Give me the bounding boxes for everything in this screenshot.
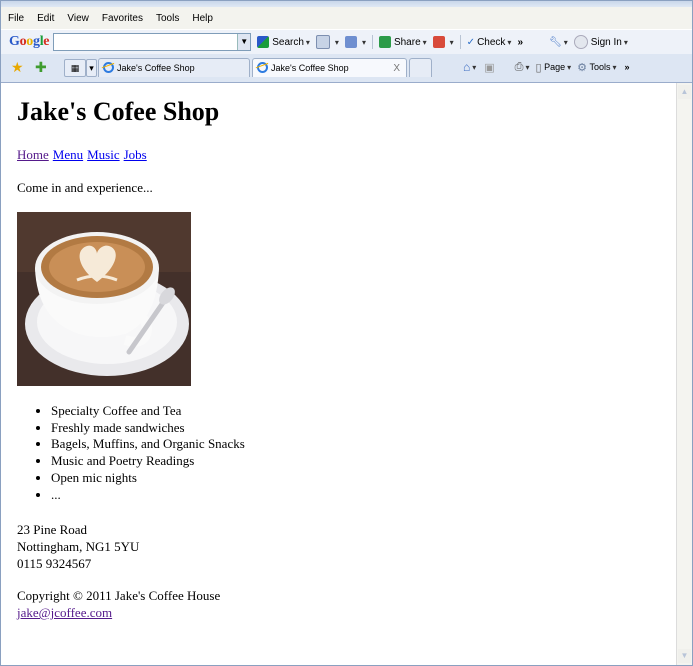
news-button[interactable]: ▾ (315, 35, 339, 49)
vertical-scrollbar[interactable]: ▲ ▼ (676, 83, 692, 665)
wrench-button[interactable]: 🔧︎ ▾ (549, 37, 568, 48)
page-title: Jake's Cofee Shop (17, 97, 220, 126)
list-item: Bagels, Muffins, and Organic Snacks (51, 436, 245, 453)
google-toolbar: Google ▼ Search ▾ ▾ ▾ Share ▾ ▾ ✓ Check ▾ »… (1, 29, 692, 55)
popup-blocker-icon (432, 36, 445, 48)
share-button[interactable]: Share ▾ (378, 36, 427, 48)
menu-file[interactable]: File (8, 13, 24, 24)
list-item: Specialty Coffee and Tea (51, 403, 245, 420)
web-page-content: Jake's Cofee Shop Home Menu Music Jobs Come… (1, 83, 676, 665)
footer: Copyright © 2011 Jake's Coffee House jak… (17, 587, 220, 621)
site-nav: Home Menu Music Jobs (17, 147, 151, 163)
ie-page-icon (257, 62, 268, 73)
spellcheck-icon: ✓ (466, 36, 476, 48)
popup-blocker-button[interactable]: ▾ (432, 36, 454, 48)
news-icon (315, 35, 330, 49)
tab-close-button[interactable]: X (393, 59, 400, 77)
menu-tools[interactable]: Tools (156, 13, 179, 24)
list-item: Open mic nights (51, 470, 245, 487)
tools-label: Tools (589, 62, 611, 72)
print-icon[interactable]: ⎙ (515, 61, 524, 74)
google-logo[interactable]: Google (9, 34, 50, 50)
more-commands-button[interactable]: » (625, 62, 630, 72)
tab-list-dropdown[interactable]: ▾ (86, 59, 97, 77)
feeds-icon[interactable]: ▣ (484, 61, 494, 74)
copyright-text: Copyright © 2011 Jake's Coffee House (17, 588, 221, 603)
home-icon[interactable]: ⌂ (463, 60, 470, 74)
list-item: ... (51, 487, 245, 504)
bookmarks-button[interactable]: ▾ (344, 36, 366, 48)
tools-menu[interactable]: ⚙︎ Tools ▾ (577, 61, 616, 74)
google-search-icon (257, 36, 270, 48)
sign-in-icon (573, 35, 588, 49)
menu-bar: File Edit View Favorites Tools Help (1, 7, 692, 29)
address-block: 23 Pine Road Nottingham, NG1 5YU 0115 93… (17, 521, 139, 572)
toolbar-divider (371, 35, 373, 49)
share-icon (378, 36, 391, 48)
tab-bar: ★ ✚ ▦ ▾ Jake's Coffee Shop Jake's Coffee… (1, 54, 692, 83)
scroll-up-arrow[interactable]: ▲ (678, 85, 691, 99)
more-toolbar-button[interactable]: » (517, 37, 523, 48)
email-link[interactable]: jake@jcoffee.com (17, 605, 112, 620)
menu-help[interactable]: Help (192, 13, 213, 24)
bookmark-icon (344, 36, 357, 48)
favorites-star-icon[interactable]: ★ (11, 59, 24, 76)
list-item: Freshly made sandwiches (51, 420, 245, 437)
page-label: Page (544, 62, 566, 72)
tab-jakes-coffee-shop-2[interactable]: Jake's Coffee Shop X (252, 58, 407, 77)
menu-edit[interactable]: Edit (37, 13, 54, 24)
search-dropdown-icon[interactable]: ▼ (237, 34, 251, 50)
new-tab-button[interactable] (409, 58, 432, 77)
scroll-down-arrow[interactable]: ▼ (678, 649, 691, 663)
google-search-input[interactable]: ▼ (53, 33, 252, 51)
command-bar: ⌂ ▾ ▣ ⎙ ▾ ▯ Page ▾ ⚙︎ Tools ▾ » (463, 60, 630, 74)
check-button-label: Check (477, 36, 506, 48)
spellcheck-button[interactable]: ✓ Check ▾ (467, 37, 512, 48)
features-list: Specialty Coffee and Tea Freshly made sa… (17, 403, 245, 503)
address-phone: 0115 9324567 (17, 556, 92, 571)
browser-window: File Edit View Favorites Tools Help Goog… (0, 0, 693, 666)
toolbar-divider (459, 35, 461, 49)
address-street: 23 Pine Road (17, 522, 88, 537)
coffee-cup-image (17, 212, 191, 386)
nav-jobs[interactable]: Jobs (124, 147, 147, 162)
address-city: Nottingham, NG1 5YU (17, 539, 140, 554)
sign-in-label: Sign In (590, 36, 622, 48)
page-icon: ▯ (535, 61, 542, 74)
share-button-label: Share (393, 36, 421, 48)
gear-icon: ⚙︎ (577, 61, 587, 74)
menu-view[interactable]: View (67, 13, 89, 24)
google-search-button[interactable]: Search ▾ (257, 36, 310, 48)
wrench-icon: 🔧︎ (549, 36, 562, 48)
menu-favorites[interactable]: Favorites (102, 13, 143, 24)
quick-tabs-icon: ▦ (70, 63, 80, 73)
ie-page-icon (103, 62, 114, 73)
search-button-label: Search (272, 36, 304, 48)
nav-menu[interactable]: Menu (53, 147, 83, 162)
chevron-down-icon: ▾ (89, 63, 94, 73)
intro-text: Come in and experience... (17, 180, 153, 195)
tab-title: Jake's Coffee Shop (271, 63, 349, 73)
list-item: Music and Poetry Readings (51, 453, 245, 470)
page-menu[interactable]: ▯ Page ▾ (536, 61, 572, 74)
tab-jakes-coffee-shop-1[interactable]: Jake's Coffee Shop (98, 58, 250, 77)
sign-in-button[interactable]: Sign In ▾ (573, 35, 628, 49)
quick-tabs-button[interactable]: ▦ (64, 59, 86, 77)
add-favorite-icon[interactable]: ✚ (35, 59, 47, 76)
nav-home[interactable]: Home (17, 147, 49, 162)
tab-title: Jake's Coffee Shop (117, 63, 195, 73)
nav-music[interactable]: Music (87, 147, 120, 162)
